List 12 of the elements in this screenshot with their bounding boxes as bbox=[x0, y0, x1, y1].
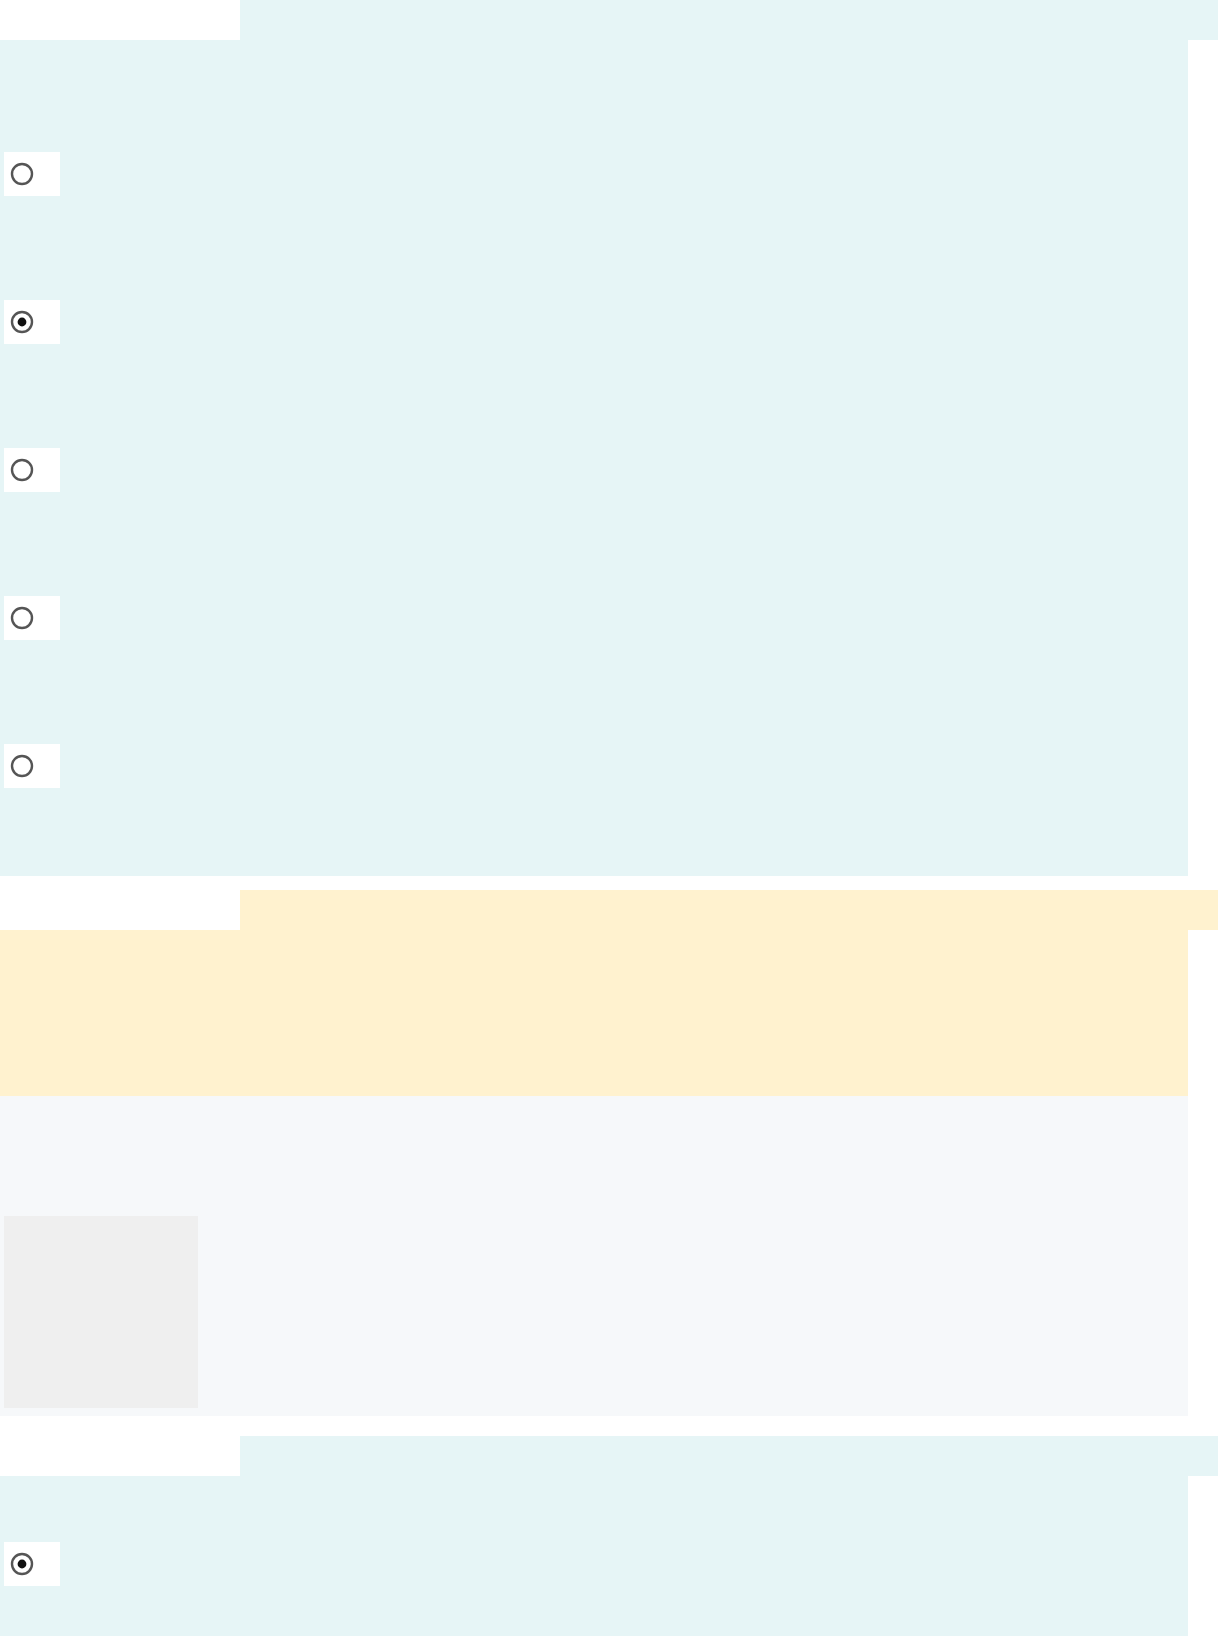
radio-button[interactable] bbox=[4, 596, 60, 640]
radio-button[interactable] bbox=[4, 1542, 60, 1586]
radio-icon bbox=[8, 604, 36, 632]
radio-icon bbox=[8, 160, 36, 188]
radio-button[interactable] bbox=[4, 448, 60, 492]
radio-button[interactable] bbox=[4, 300, 60, 344]
radio-button[interactable] bbox=[4, 152, 60, 196]
radio-icon bbox=[8, 752, 36, 780]
radio-icon bbox=[8, 1550, 36, 1578]
radio-icon bbox=[8, 456, 36, 484]
radio-icon bbox=[8, 308, 36, 336]
radio-button[interactable] bbox=[4, 744, 60, 788]
